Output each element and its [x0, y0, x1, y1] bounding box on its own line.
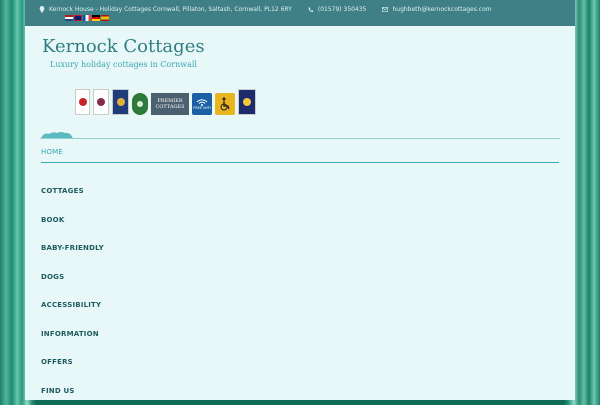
flag-nl-icon[interactable]	[65, 15, 73, 21]
wifi-icon	[196, 98, 208, 106]
location-pin-icon	[39, 6, 45, 13]
flag-fr-icon[interactable]	[83, 15, 91, 21]
flag-es-icon[interactable]	[101, 15, 109, 21]
nav-item-find-us[interactable]: FIND US	[41, 377, 559, 405]
flag-de-icon[interactable]	[92, 15, 100, 21]
gold-award-badge	[112, 89, 129, 115]
free-wifi-badge: FREE WIFI	[192, 93, 212, 115]
site-tagline: Luxury holiday cottages in Cornwall	[50, 60, 197, 69]
premier-cottages-badge: PREMIER COTTAGES	[151, 93, 189, 115]
nav-item-home[interactable]: HOME	[41, 147, 559, 163]
free-wifi-label: FREE WIFI	[193, 106, 211, 110]
award-badges: PREMIER COTTAGES FREE WIFI	[75, 89, 256, 115]
nav-item-baby-friendly[interactable]: BABY-FRIENDLY	[41, 234, 559, 263]
main-panel: Kernock Cottages Luxury holiday cottages…	[25, 26, 575, 400]
nav-item-cottages[interactable]: COTTAGES	[41, 177, 559, 206]
nav-item-information[interactable]: INFORMATION	[41, 320, 559, 349]
address-text: Kernock House - Holiday Cottages Cornwal…	[49, 6, 292, 13]
cornwall-tourism-award-badge	[238, 89, 256, 115]
quality-rosette-badge	[93, 89, 109, 115]
nav-item-book[interactable]: BOOK	[41, 206, 559, 235]
top-info-bar: Kernock House - Holiday Cottages Cornwal…	[25, 0, 575, 26]
accessibility-badge	[215, 93, 235, 115]
header-divider	[40, 138, 560, 139]
nav-item-accessibility[interactable]: ACCESSIBILITY	[41, 291, 559, 320]
flag-gb-icon[interactable]	[74, 15, 82, 21]
wheelchair-icon	[219, 97, 231, 111]
green-tourism-badge	[132, 93, 148, 115]
nav-item-dogs[interactable]: DOGS	[41, 263, 559, 292]
mail-icon	[382, 6, 388, 13]
phone-icon	[308, 6, 314, 13]
visit-england-badge	[75, 89, 90, 115]
main-navigation: HOME COTTAGESBOOKBABY-FRIENDLYDOGSACCESSI…	[41, 147, 559, 405]
nav-item-offers[interactable]: OFFERS	[41, 348, 559, 377]
language-flags	[25, 15, 575, 21]
email-link[interactable]: hughbeth@kernockcottages.com	[392, 6, 491, 13]
phone-link[interactable]: (01579) 350435	[318, 6, 367, 13]
site-title[interactable]: Kernock Cottages	[42, 36, 205, 57]
